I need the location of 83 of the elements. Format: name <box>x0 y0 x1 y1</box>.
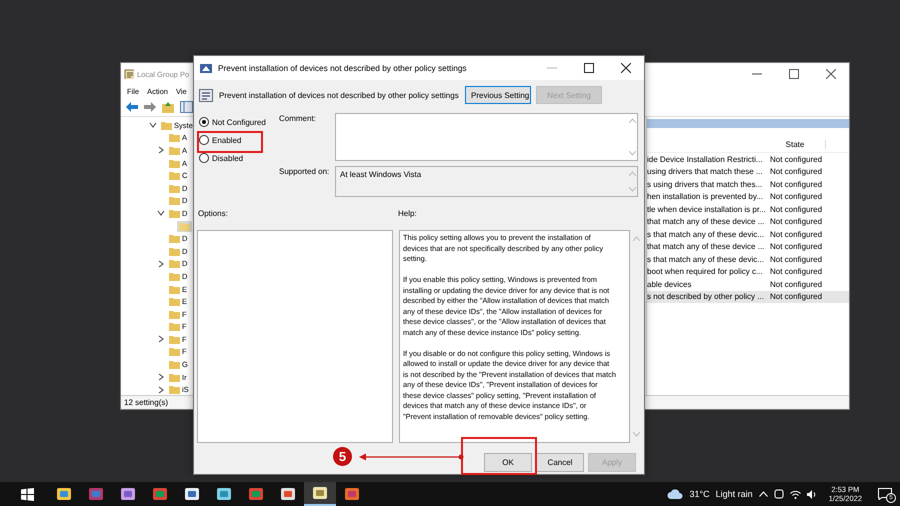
setting-name: s that match any of these devic... <box>647 230 765 239</box>
chevron-down-icon[interactable] <box>149 121 157 130</box>
setting-state: Not configured <box>769 180 822 189</box>
wifi-icon[interactable] <box>790 490 801 498</box>
chevron-up-icon[interactable] <box>758 491 768 497</box>
setting-state: Not configured <box>769 204 822 214</box>
setting-name: ide Device Installation Restricti... <box>647 154 764 164</box>
dialog-button[interactable]: Cancel <box>536 453 584 472</box>
status-text: 12 setting(s) <box>124 398 168 407</box>
supported-value: At least Windows Vista <box>339 169 422 181</box>
chevron-right-icon[interactable] <box>157 146 165 154</box>
close-icon <box>620 63 630 73</box>
chevron-right-icon[interactable] <box>157 386 165 394</box>
setting-state: Not configured <box>769 267 822 276</box>
options-label: Options: <box>198 209 229 220</box>
chevron-right-icon[interactable] <box>157 373 165 382</box>
dialog-button[interactable]: OK <box>484 453 532 472</box>
back-arrow-icon[interactable] <box>126 102 138 112</box>
setting-state: Not configured <box>769 167 822 176</box>
list-row[interactable]: that match any of these device ... Not configured <box>647 216 849 228</box>
setting-name: using drivers that match these ... <box>647 167 764 176</box>
setting-state: Not configured <box>769 192 822 202</box>
dialog-title: Prevent installation of devices not described by other policy settings <box>218 63 467 73</box>
list-row[interactable]: s that match any of these devic... Not configured <box>647 228 849 240</box>
radio-button[interactable] <box>199 153 209 163</box>
list-row[interactable]: s using drivers that match thes... Not configured <box>647 178 849 190</box>
policy-icon <box>124 69 134 79</box>
maximize-icon <box>584 63 594 73</box>
tree-node[interactable] <box>177 220 192 232</box>
setting-state: Not configured <box>769 230 822 239</box>
radio-button[interactable] <box>199 117 209 127</box>
weather-text[interactable]: Light rain <box>716 489 753 499</box>
chevron-right-icon[interactable] <box>157 260 165 268</box>
setting-name: tle when device installation is pr... <box>647 204 765 214</box>
setting-state: Not configured <box>769 280 822 289</box>
setting-name: hen installation is prevented by... <box>647 192 764 202</box>
list-row[interactable]: boot when required for policy c... Not configured <box>647 266 849 278</box>
policy-icon <box>200 62 212 74</box>
radio-button[interactable] <box>199 135 209 145</box>
setting-state: Not configured <box>769 254 822 264</box>
radio-label: Enabled <box>212 136 242 144</box>
setting-icon <box>199 88 213 102</box>
forward-arrow-icon[interactable] <box>144 102 156 112</box>
list-row[interactable]: that match any of these device ... Not configured <box>647 240 849 253</box>
radio-label: Not Configured <box>212 118 266 126</box>
setting-name: s that match any of these devic... <box>647 254 765 264</box>
setting-name: able devices <box>647 280 692 289</box>
setting-name: that match any of these device ... <box>647 242 765 252</box>
message-icon <box>878 488 892 500</box>
close-icon <box>826 69 836 79</box>
setting-name: boot when required for policy c... <box>647 267 764 276</box>
setting-state: Not configured <box>769 217 822 226</box>
folder-up-icon[interactable] <box>162 101 174 113</box>
help-label: Help: <box>398 209 417 220</box>
chevron-right-icon[interactable] <box>157 335 165 344</box>
list-row[interactable]: ide Device Installation Restricti... Not configured <box>647 153 849 166</box>
view-icon[interactable] <box>180 101 193 113</box>
taskbar-app-button[interactable] <box>304 482 336 506</box>
setting-state: Not configured <box>769 154 822 164</box>
highlight-frame <box>197 131 263 153</box>
list-row[interactable]: able devices Not configured <box>647 278 849 290</box>
setting-title: Prevent installation of devices not described by other policy settings <box>219 90 459 100</box>
list-row[interactable]: s not described by other policy ... Not configured <box>647 290 849 303</box>
setting-name: s using drivers that match thes... <box>647 180 764 189</box>
radio-label: Disabled <box>212 154 244 162</box>
previous-setting-button[interactable]: Previous Setting <box>465 86 531 104</box>
supported-label: Supported on: <box>279 166 330 178</box>
setting-name: s not described by other policy ... <box>647 292 765 302</box>
speaker-icon[interactable] <box>806 490 817 498</box>
list-row[interactable]: hen installation is prevented by... Not configured <box>647 190 849 203</box>
chevron-down-icon[interactable] <box>157 209 165 218</box>
temperature-text[interactable]: 31°C <box>689 489 710 499</box>
maximize-icon <box>788 69 798 79</box>
column-header[interactable]: State <box>765 140 826 148</box>
list-row[interactable]: tle when device installation is pr... Not configured <box>647 203 849 216</box>
cloud-icon[interactable] <box>667 488 684 500</box>
list-row[interactable]: using drivers that match these ... Not configured <box>647 166 849 178</box>
comment-label: Comment: <box>279 113 317 125</box>
setting-state: Not configured <box>769 292 822 302</box>
setting-name: that match any of these device ... <box>647 217 765 226</box>
list-row[interactable]: s that match any of these devic... Not configured <box>647 253 849 266</box>
start-icon[interactable] <box>21 488 34 500</box>
setting-state: Not configured <box>769 242 822 252</box>
